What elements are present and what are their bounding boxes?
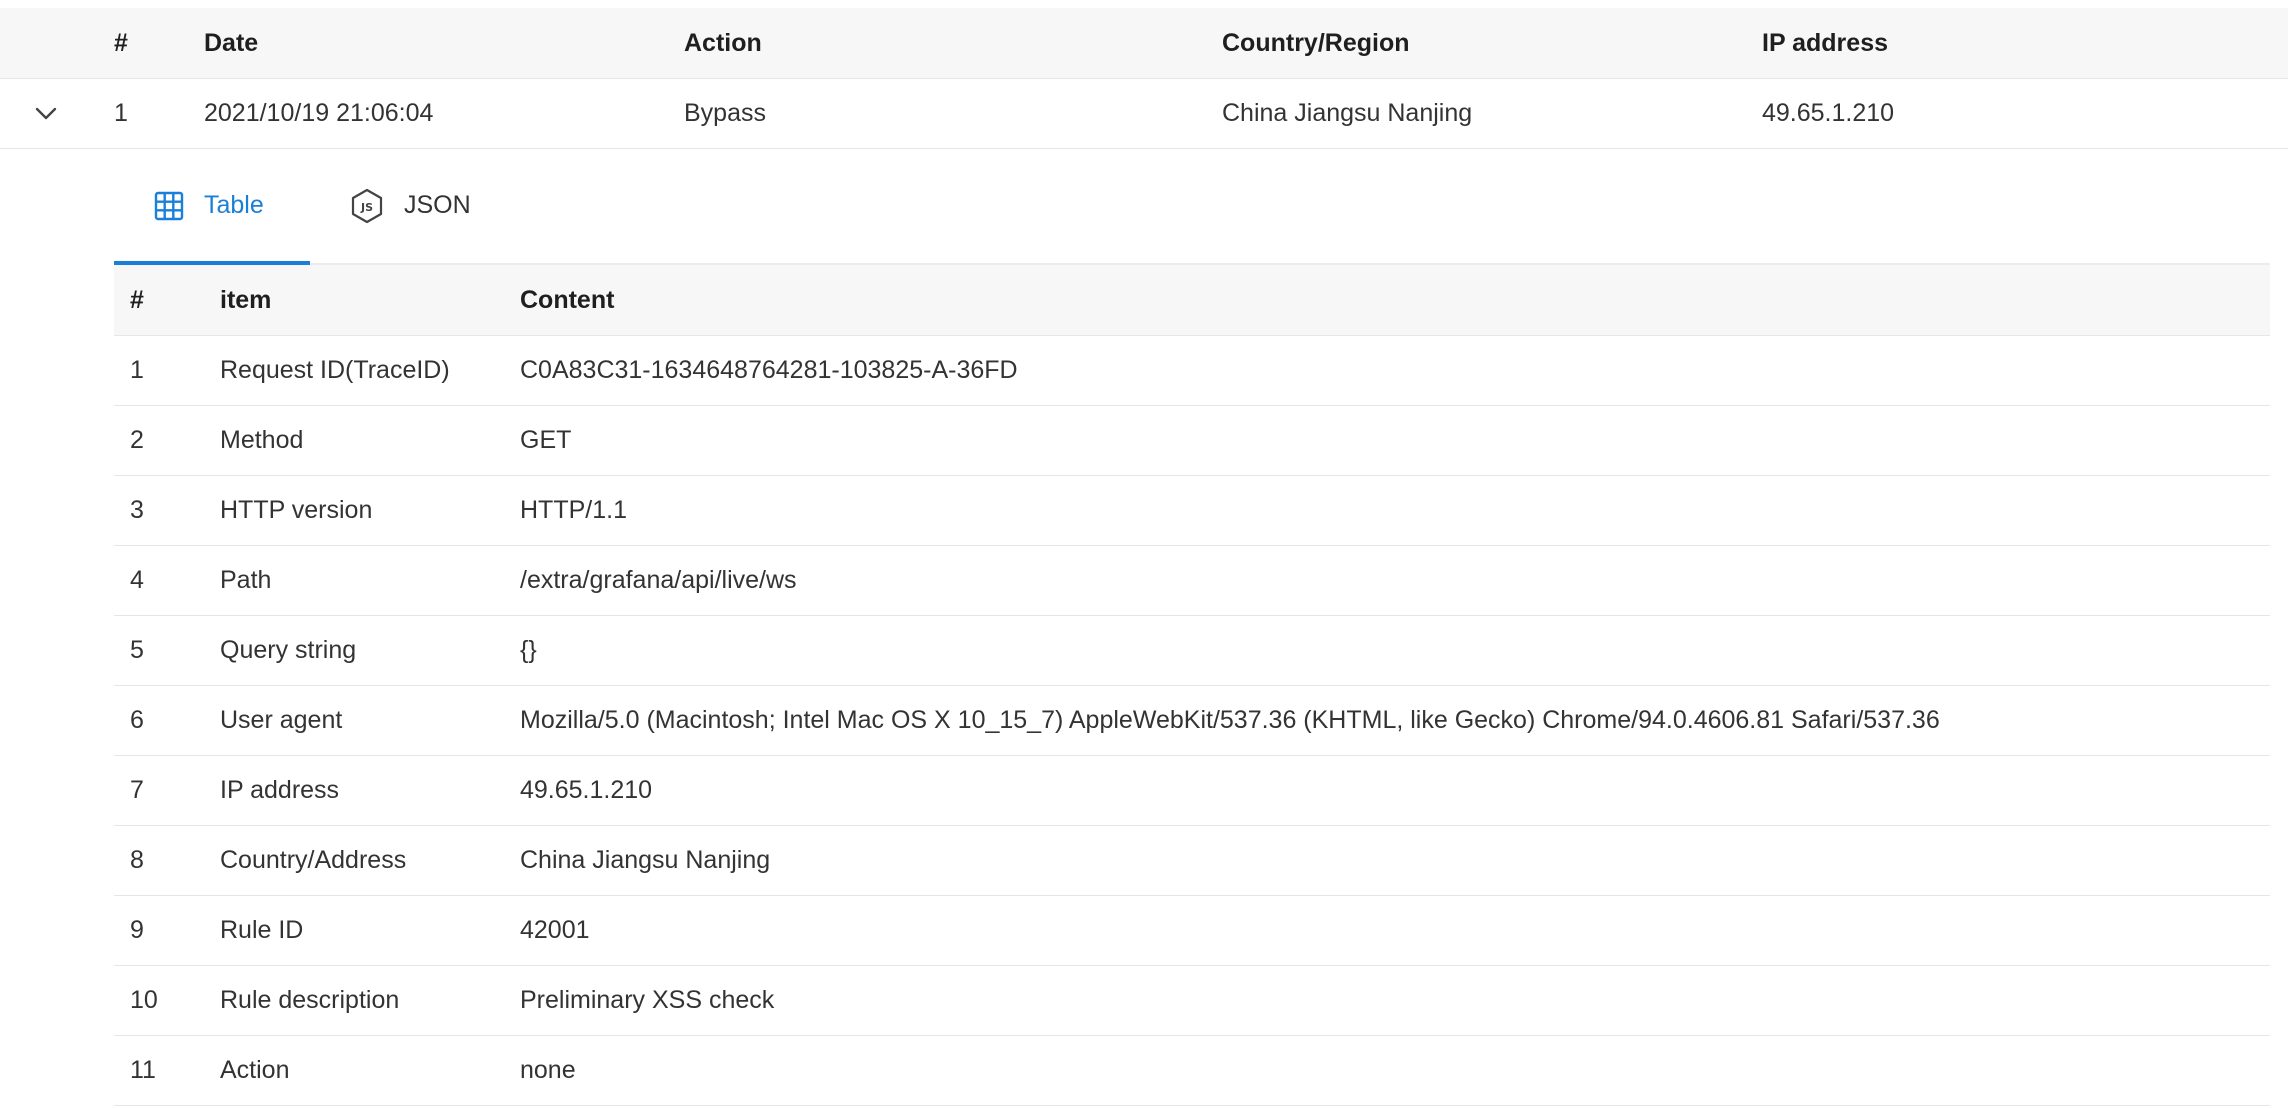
detail-num: 4 [130,566,144,594]
detail-content: HTTP/1.1 [520,496,627,524]
log-detail-page: # Date Action Country/Region IP address … [0,0,2288,1108]
detail-content: Preliminary XSS check [520,986,775,1014]
svg-text:JS: JS [360,201,373,214]
detail-content: 42001 [520,916,590,944]
tab-json[interactable]: JS JSON [310,148,511,263]
detail-num: 8 [130,846,144,874]
detail-item: IP address [220,776,340,804]
detail-item: HTTP version [220,496,373,524]
table-row: 11 Action none [114,1036,2270,1106]
detail-num: 2 [130,426,144,454]
table-row[interactable]: 1 2021/10/19 21:06:04 Bypass China Jiang… [0,79,2288,149]
detail-content: China Jiangsu Nanjing [520,846,771,874]
detail-num: 6 [130,706,144,734]
table-row: 9 Rule ID 42001 [114,896,2270,966]
tab-table[interactable]: Table [114,148,310,265]
nodejs-icon: JS [351,188,383,223]
detail-num: 11 [130,1056,156,1084]
table-row: 5 Query string {} [114,616,2270,686]
table-row: 6 User agent Mozilla/5.0 (Macintosh; Int… [114,686,2270,756]
detail-content: /extra/grafana/api/live/ws [520,566,797,594]
table-row: 1 Request ID(TraceID) C0A83C31-163464876… [114,336,2270,406]
detail-item: Country/Address [220,846,407,874]
detail-num: 5 [130,636,144,664]
table-row: 7 IP address 49.65.1.210 [114,756,2270,826]
expand-row-button[interactable] [30,79,62,148]
col-header-date: Date [204,28,259,57]
detail-item: Method [220,426,304,454]
detail-content: 49.65.1.210 [520,776,653,804]
detail-content: none [520,1056,576,1084]
row-num: 1 [114,99,128,127]
detail-num: 10 [130,986,158,1014]
col-header-num: # [114,28,128,57]
col-header-country: Country/Region [1222,28,1410,57]
table-row: 8 Country/Address China Jiangsu Nanjing [114,826,2270,896]
detail-item: Path [220,566,272,594]
tab-json-label: JSON [404,191,471,219]
log-table-header: # Date Action Country/Region IP address [0,8,2288,79]
table-row: 4 Path /extra/grafana/api/live/ws [114,546,2270,616]
detail-tabs: Table JS JSON [114,148,2270,265]
chevron-down-icon [35,107,57,119]
detail-num: 7 [130,776,144,804]
detail-table-header: # item Content [114,265,2270,336]
detail-item: User agent [220,706,343,734]
table-row: 10 Rule description Preliminary XSS chec… [114,966,2270,1036]
detail-content: GET [520,426,572,454]
detail-item: Query string [220,636,357,664]
row-country: China Jiangsu Nanjing [1222,99,1473,127]
col-header-action: Action [684,28,762,57]
detail-item: Action [220,1056,290,1084]
detail-num: 3 [130,496,144,524]
col-header-ip: IP address [1762,28,1889,57]
detail-content: {} [520,636,537,664]
row-ip: 49.65.1.210 [1762,99,1895,127]
detail-col-content: Content [520,285,615,314]
detail-content: Mozilla/5.0 (Macintosh; Intel Mac OS X 1… [520,706,1940,734]
log-table: # Date Action Country/Region IP address … [0,8,2288,149]
detail-content: C0A83C31-1634648764281-103825-A-36FD [520,356,1018,384]
row-date: 2021/10/19 21:06:04 [204,99,434,127]
tab-table-label: Table [204,191,264,219]
row-action: Bypass [684,99,766,127]
detail-num: 9 [130,916,144,944]
detail-num: 1 [130,356,144,384]
detail-table: # item Content 1 Request ID(TraceID) C0A… [114,265,2270,1106]
grid-icon [154,191,184,220]
detail-item: Rule ID [220,916,304,944]
detail-col-item: item [220,285,272,314]
table-row: 3 HTTP version HTTP/1.1 [114,476,2270,546]
detail-item: Rule description [220,986,400,1014]
row-detail-panel: Table JS JSON # item Content 1 Request I… [114,148,2270,1106]
detail-col-num: # [130,285,144,314]
detail-item: Request ID(TraceID) [220,356,450,384]
table-row: 2 Method GET [114,406,2270,476]
